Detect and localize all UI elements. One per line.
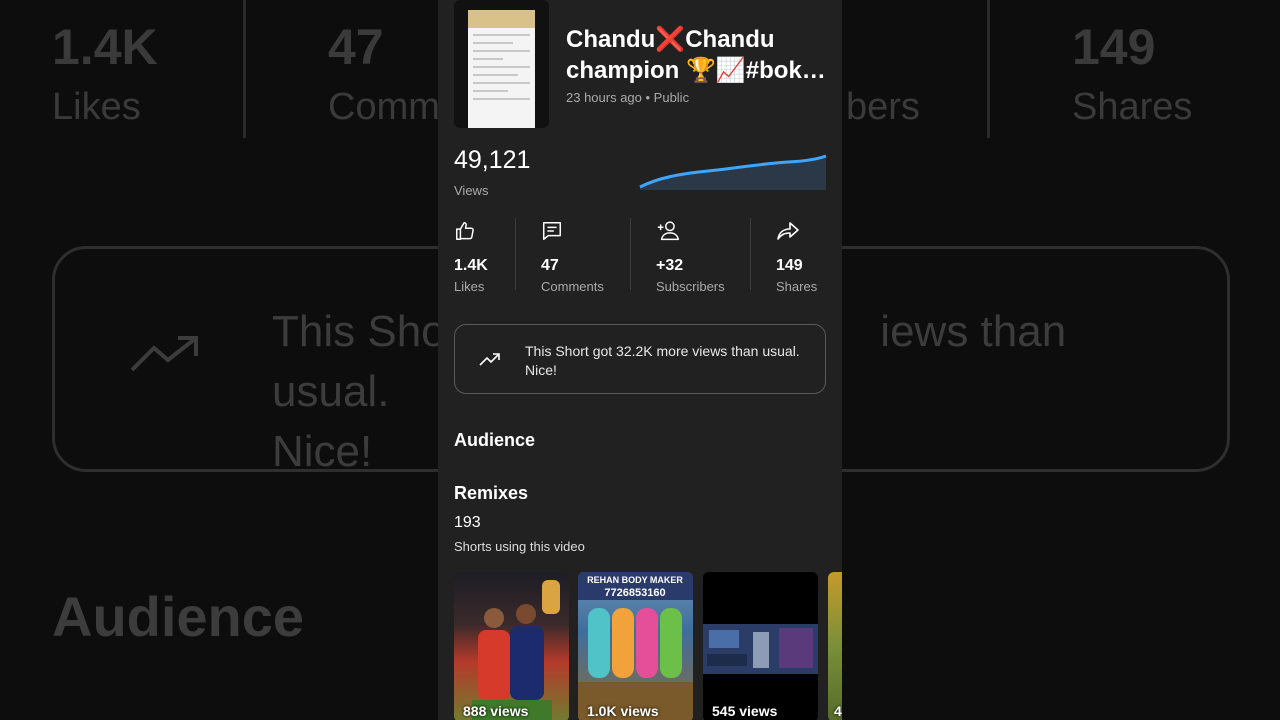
- bg-divider: [243, 0, 246, 138]
- bg-trending-up-icon: [130, 336, 198, 372]
- video-thumbnail[interactable]: [454, 0, 549, 128]
- bg-divider: [987, 0, 990, 138]
- remix-tile[interactable]: 888 views: [454, 572, 569, 720]
- bg-stat-comments: 47 Comm: [328, 19, 440, 128]
- stat-comments[interactable]: 47 Comments: [541, 218, 604, 294]
- remixes-label: Shorts using this video: [454, 539, 585, 554]
- video-title[interactable]: Chandu❌Chandu champion 🏆📈#bok…: [566, 24, 828, 86]
- comment-icon: [543, 222, 561, 240]
- insight-text: This Short got 32.2K more views than usu…: [525, 343, 800, 378]
- insight-card[interactable]: This Short got 32.2K more views than usu…: [454, 324, 826, 394]
- remix-thumbnail-image: [703, 624, 818, 674]
- trending-up-icon: [479, 353, 500, 366]
- views-label: Views: [454, 183, 489, 198]
- svg-text:7726853160: 7726853160: [604, 587, 665, 599]
- bg-stat-likes: 1.4K Likes: [52, 19, 158, 128]
- remixes-count: 193: [454, 514, 481, 531]
- remix-tile[interactable]: 545 views: [703, 572, 818, 720]
- stat-divider: [515, 218, 516, 290]
- remix-tile[interactable]: REHAN BODY MAKER 7726853160 1.0K views: [578, 572, 693, 720]
- views-sparkline: [639, 154, 827, 190]
- remix-tile[interactable]: 4: [828, 572, 842, 720]
- stat-likes[interactable]: 1.4K Likes: [454, 218, 488, 294]
- analytics-panel: Chandu❌Chandu champion 🏆📈#bok… 23 hours …: [438, 0, 842, 720]
- remix-thumbnail-image: REHAN BODY MAKER 7726853160: [578, 572, 693, 720]
- remixes-heading: Remixes: [454, 483, 529, 503]
- audience-heading: Audience: [454, 430, 536, 450]
- bg-stat-shares: 149 Shares: [1072, 19, 1193, 128]
- share-icon: [777, 222, 799, 240]
- svg-text:REHAN BODY MAKER: REHAN BODY MAKER: [587, 575, 683, 585]
- thumbs-up-icon: [456, 222, 474, 240]
- stat-subscribers[interactable]: +32 Subscribers: [656, 218, 725, 294]
- bg-stat-subscribers: bers: [846, 86, 920, 128]
- remix-thumbnail-image: [472, 580, 560, 720]
- stat-shares[interactable]: 149 Shares: [776, 218, 817, 294]
- stat-divider: [750, 218, 751, 290]
- thumbnail-screen: [468, 10, 535, 128]
- stat-divider: [630, 218, 631, 290]
- views-count: 49,121: [454, 146, 531, 174]
- bg-audience-heading: Audience: [52, 585, 305, 648]
- video-meta: 23 hours ago • Public: [566, 90, 690, 105]
- add-subscriber-icon: [657, 221, 680, 241]
